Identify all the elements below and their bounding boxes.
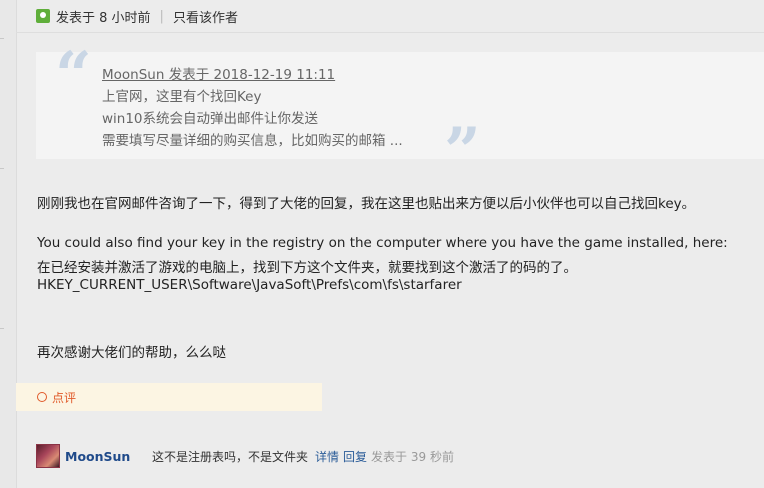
- left-gutter: [0, 0, 17, 488]
- online-status-icon: [36, 9, 50, 23]
- comment-item: MoonSun 这不是注册表吗，不是文件夹 详情 回复 发表于 39 秒前: [36, 443, 454, 469]
- gutter-tick: [0, 328, 4, 329]
- post-line: 在已经安装并激活了游戏的电脑上，找到下方这个文件夹，就要找到这个激活了的码的了。: [37, 260, 577, 276]
- quote-line: 上官网，这里有个找回Key: [102, 89, 262, 105]
- quote-author-link[interactable]: MoonSun 发表于 2018-12-19 11:11: [102, 67, 335, 83]
- posted-time: 发表于 8 小时前: [56, 10, 151, 26]
- post-line: You could also find your key in the regi…: [37, 235, 728, 251]
- gutter-tick: [0, 38, 4, 39]
- only-author-link[interactable]: 只看该作者: [173, 7, 238, 26]
- meta-separator: |: [159, 8, 164, 24]
- comment-button[interactable]: 点评: [37, 389, 76, 406]
- comment-label: 点评: [52, 390, 77, 405]
- post-line: 再次感谢大佬们的帮助，么么哒: [37, 345, 226, 361]
- reply-link[interactable]: 回复: [343, 448, 367, 465]
- comment-circle-icon: [37, 392, 47, 402]
- quote-block: “ MoonSun 发表于 2018-12-19 11:11 上官网，这里有个找…: [36, 44, 764, 184]
- details-link[interactable]: 详情: [315, 448, 339, 465]
- comment-text: 这不是注册表吗，不是文件夹: [152, 449, 309, 464]
- top-divider: [16, 32, 764, 33]
- avatar[interactable]: [36, 444, 60, 468]
- quote-line: 需要填写尽量详细的购买信息，比如购买的邮箱 ...: [102, 133, 403, 149]
- gutter-tick: [0, 168, 4, 169]
- close-quote-icon: ”: [444, 114, 481, 189]
- quote-body: MoonSun 发表于 2018-12-19 11:11 上官网，这里有个找回K…: [102, 64, 403, 152]
- open-quote-icon: “: [55, 38, 92, 113]
- quote-line: win10系统会自动弹出邮件让你发送: [102, 111, 319, 127]
- comment-username[interactable]: MoonSun: [65, 449, 152, 464]
- post-line: 刚刚我也在官网邮件咨询了一下，得到了大佬的回复，我在这里也贴出来方便以后小伙伴也…: [37, 196, 696, 212]
- comment-time: 发表于 39 秒前: [371, 449, 454, 464]
- post-meta: 发表于 8 小时前 | 只看该作者: [36, 6, 238, 26]
- comment-bar: 点评: [16, 383, 322, 411]
- post-line: HKEY_CURRENT_USER\Software\JavaSoft\Pref…: [37, 277, 462, 293]
